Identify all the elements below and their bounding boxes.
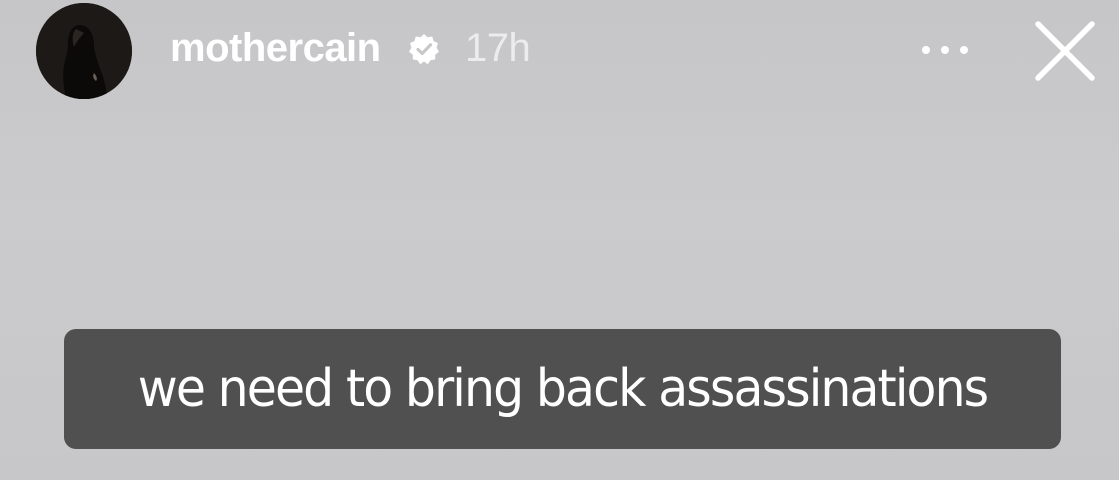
more-horizontal-icon xyxy=(922,46,968,54)
close-icon xyxy=(1035,21,1095,81)
verified-badge-icon xyxy=(408,33,440,65)
close-button[interactable] xyxy=(1030,16,1100,86)
story-caption-text: we need to bring back assassinations xyxy=(137,359,989,419)
timestamp: 17h xyxy=(465,26,531,70)
story-caption-box: we need to bring back assassinations xyxy=(64,329,1061,449)
story-header: mothercain 17h xyxy=(0,0,1119,110)
username[interactable]: mothercain xyxy=(170,22,381,74)
more-options-button[interactable] xyxy=(915,30,975,70)
avatar[interactable] xyxy=(36,3,132,99)
